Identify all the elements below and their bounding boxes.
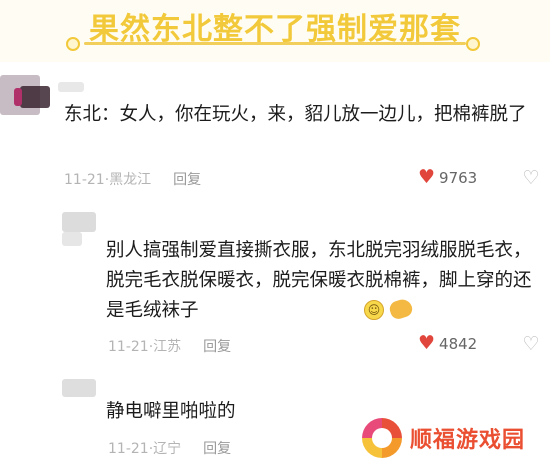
avatar[interactable] [62, 212, 96, 232]
like-count: 4842 [439, 334, 478, 353]
comment-date: 11-21 [108, 441, 149, 457]
decor-dot-icon [466, 37, 480, 51]
comment-meta: 11-21·辽宁 回复 [108, 441, 232, 457]
avatar[interactable] [62, 379, 96, 397]
comment-location: 黑龙江 [109, 172, 152, 188]
comment-location: 辽宁 [153, 441, 182, 457]
dislike-icon[interactable]: ♡ [520, 167, 542, 189]
comment-text: 静电噼里啪啦的 [106, 401, 236, 422]
decor-dot-icon [66, 37, 80, 51]
watermark-text: 顺福游戏园 [410, 428, 526, 453]
smile-emoji-icon: ☺ [364, 300, 384, 320]
like-count: 9763 [439, 168, 478, 187]
like-button[interactable]: ♥ 9763 [418, 168, 477, 187]
comment-meta: 11-21·黑龙江 回复 [64, 172, 202, 188]
title-underline [84, 42, 466, 45]
avatar-blur-patch [62, 232, 82, 246]
comment-text: 东北：女人，你在玩火，来，貂儿放一边儿，把棉裤脱了 [64, 104, 527, 125]
like-button[interactable]: ♥ 4842 [418, 334, 477, 353]
avatar-blur-patch [14, 88, 22, 106]
heart-icon: ♥ [418, 166, 436, 188]
comment-date: 11-21 [64, 172, 105, 188]
watermark: 顺福游戏园 [362, 418, 525, 458]
reply-button[interactable]: 回复 [173, 172, 201, 188]
watermark-logo-icon [362, 418, 402, 458]
comment-date: 11-21 [108, 339, 149, 355]
avatar-blur-patch [20, 86, 50, 108]
username-blurred [58, 82, 84, 92]
dislike-icon[interactable]: ♡ [520, 333, 542, 355]
comment-meta: 11-21·江苏 回复 [108, 339, 232, 355]
comment-location: 江苏 [153, 339, 182, 355]
reply-button[interactable]: 回复 [203, 339, 231, 355]
reply-button[interactable]: 回复 [203, 441, 231, 457]
heart-icon: ♥ [418, 332, 436, 354]
comment-text: 别人搞强制爱直接撕衣服，东北脱完羽绒服脱毛衣，脱完毛衣脱保暖衣，脱完保暖衣脱棉裤… [106, 240, 532, 321]
